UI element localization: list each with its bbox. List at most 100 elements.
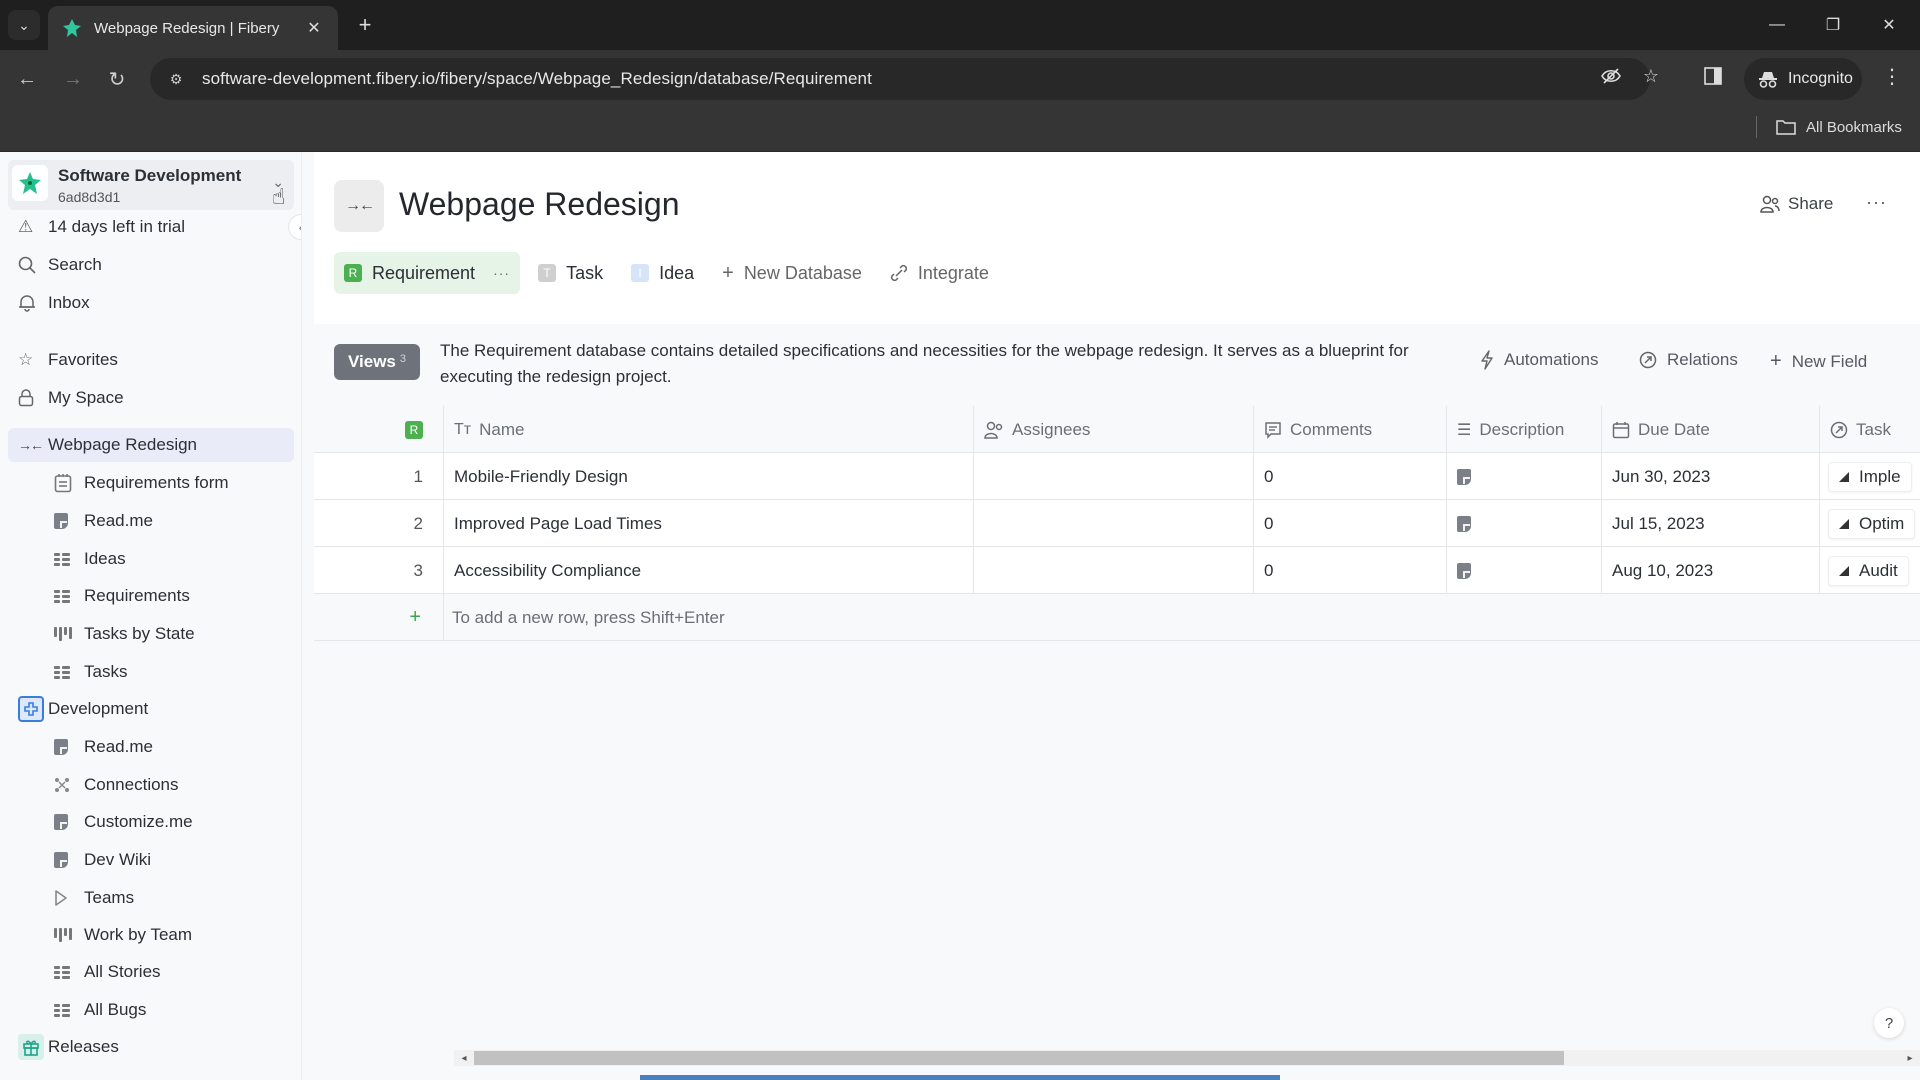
sidebar-item-dev-readme[interactable]: Read.me (8, 730, 294, 764)
scroll-right-icon[interactable]: ▸ (1904, 1050, 1916, 1066)
sidebar-space-development[interactable]: Development (8, 692, 294, 726)
cell-task[interactable]: Imple (1820, 453, 1920, 500)
tab-requirement[interactable]: R Requirement ··· (334, 252, 521, 294)
table-row[interactable]: 1 Mobile-Friendly Design 0 Jun 30, 2023 … (314, 453, 1920, 500)
sidebar-space-webpage-redesign[interactable]: →← Webpage Redesign (8, 428, 294, 462)
browser-tab-active[interactable]: Webpage Redesign | Fibery ✕ (48, 6, 338, 50)
column-header-assignees[interactable]: Assignees (974, 406, 1254, 453)
browser-menu-button[interactable]: ⋮ (1880, 64, 1904, 89)
scrollbar-thumb[interactable] (474, 1051, 1564, 1065)
all-bookmarks-button[interactable]: All Bookmarks (1776, 114, 1902, 140)
column-header-comments[interactable]: Comments (1254, 406, 1447, 453)
cell-task[interactable]: Optim (1820, 500, 1920, 547)
cell-due-date[interactable]: Jun 30, 2023 (1602, 453, 1820, 500)
url-text[interactable]: software-development.fibery.io/fibery/sp… (202, 69, 872, 89)
side-panel-icon[interactable] (1698, 61, 1728, 91)
sidebar-item-connections[interactable]: Connections (8, 768, 294, 802)
sidebar-item-favorites[interactable]: ☆ Favorites (8, 343, 294, 377)
address-bar[interactable]: ⚙ software-development.fibery.io/fibery/… (150, 58, 1650, 100)
tab-list-button[interactable]: ⌄ (8, 10, 40, 40)
arrows-inward-icon: →← (345, 197, 375, 214)
table-view-icon (8, 552, 84, 566)
sidebar-item-dev-wiki[interactable]: Dev Wiki (8, 843, 294, 877)
new-row-hint[interactable]: To add a new row, press Shift+Enter (452, 594, 725, 641)
more-options-button[interactable]: ··· (1866, 192, 1887, 213)
sidebar-item-readme[interactable]: Read.me (8, 504, 294, 538)
scroll-left-icon[interactable]: ◂ (458, 1050, 470, 1066)
views-button[interactable]: Views 3 (334, 344, 420, 380)
sidebar-item-all-stories[interactable]: All Stories (8, 955, 294, 989)
sidebar-item-teams[interactable]: Teams (8, 881, 294, 915)
table-row[interactable]: 3 Accessibility Compliance 0 Aug 10, 202… (314, 547, 1920, 594)
sidebar-item-search[interactable]: Search (8, 248, 294, 282)
close-tab-icon[interactable]: ✕ (304, 18, 324, 38)
task-chip[interactable]: Audit (1828, 555, 1909, 586)
cell-task[interactable]: Audit (1820, 547, 1920, 594)
cell-assignees[interactable] (974, 500, 1254, 547)
sidebar-space-releases[interactable]: Releases (8, 1030, 294, 1064)
space-icon[interactable]: →← (334, 180, 384, 232)
close-window-button[interactable]: ✕ (1866, 8, 1912, 42)
cell-due-date[interactable]: Jul 15, 2023 (1602, 500, 1820, 547)
share-button[interactable]: Share (1760, 194, 1833, 214)
new-field-button[interactable]: + New Field (1770, 350, 1867, 373)
page-title[interactable]: Webpage Redesign (399, 186, 680, 223)
sidebar-item-tasks[interactable]: Tasks (8, 655, 294, 689)
database-description[interactable]: The Requirement database contains detail… (440, 338, 1420, 390)
tab-options-icon[interactable]: ··· (493, 265, 510, 281)
workspace-switcher[interactable]: Software Development 6ad8d3d1 ⌄ (8, 160, 294, 210)
column-header-name[interactable]: Tт Name (444, 406, 974, 453)
cell-comments[interactable]: 0 (1254, 547, 1447, 594)
cell-comments[interactable]: 0 (1254, 500, 1447, 547)
cell-description[interactable] (1447, 500, 1602, 547)
integrate-button[interactable]: Integrate (880, 252, 999, 294)
document-icon (1457, 468, 1471, 485)
cell-comments[interactable]: 0 (1254, 453, 1447, 500)
cell-name[interactable]: Improved Page Load Times (444, 500, 974, 547)
cell-description[interactable] (1447, 547, 1602, 594)
cell-assignees[interactable] (974, 453, 1254, 500)
database-tabs: R Requirement ··· T Task I Idea + New Da… (334, 252, 1007, 294)
sidebar-item-requirements[interactable]: Requirements (8, 579, 294, 613)
restore-button[interactable]: ❐ (1810, 8, 1856, 42)
sidebar-item-tasks-by-state[interactable]: Tasks by State (8, 617, 294, 651)
sidebar-item-my-space[interactable]: My Space (8, 381, 294, 415)
column-header-task[interactable]: Task (1820, 406, 1920, 453)
help-button[interactable]: ? (1874, 1008, 1904, 1038)
tune-icon[interactable]: ⚙ (164, 71, 188, 88)
cell-name[interactable]: Mobile-Friendly Design (444, 453, 974, 500)
sidebar-item-inbox[interactable]: Inbox (8, 286, 294, 320)
new-tab-button[interactable]: + (352, 12, 378, 38)
back-button[interactable]: ← (12, 64, 42, 94)
sidebar-item-ideas[interactable]: Ideas (8, 542, 294, 576)
cell-due-date[interactable]: Aug 10, 2023 (1602, 547, 1820, 594)
add-row[interactable]: + To add a new row, press Shift+Enter (314, 594, 1920, 641)
column-header-description[interactable]: ☰ Description (1447, 406, 1602, 453)
column-header-due-date[interactable]: Due Date (1602, 406, 1820, 453)
sidebar-item-requirements-form[interactable]: Requirements form (8, 466, 294, 500)
automations-button[interactable]: Automations (1480, 350, 1599, 370)
tab-task[interactable]: T Task (528, 252, 613, 294)
new-database-button[interactable]: + New Database (712, 252, 872, 294)
relations-button[interactable]: Relations (1639, 350, 1738, 370)
table-row[interactable]: 2 Improved Page Load Times 0 Jul 15, 202… (314, 500, 1920, 547)
sidebar-item-all-bugs[interactable]: All Bugs (8, 993, 294, 1027)
horizontal-scrollbar[interactable]: ◂ ▸ (454, 1050, 1920, 1066)
task-chip[interactable]: Optim (1828, 508, 1916, 539)
bookmark-star-icon[interactable]: ☆ (1636, 61, 1666, 91)
incognito-indicator[interactable]: Incognito (1744, 58, 1862, 100)
cell-name[interactable]: Accessibility Compliance (444, 547, 974, 594)
sidebar-item-trial[interactable]: ⚠ 14 days left in trial (8, 210, 294, 244)
sidebar-item-customize-me[interactable]: Customize.me (8, 805, 294, 839)
cell-assignees[interactable] (974, 547, 1254, 594)
eye-off-icon[interactable] (1596, 61, 1626, 91)
reload-button[interactable]: ↻ (102, 64, 132, 94)
task-chip[interactable]: Imple (1828, 461, 1912, 492)
cell-description[interactable] (1447, 453, 1602, 500)
plus-icon[interactable]: + (314, 594, 444, 641)
minimize-button[interactable]: — (1754, 8, 1800, 42)
sidebar-item-work-by-team[interactable]: Work by Team (8, 918, 294, 952)
plus-icon: + (358, 12, 372, 37)
forward-button[interactable]: → (58, 64, 88, 94)
tab-idea[interactable]: I Idea (621, 252, 704, 294)
